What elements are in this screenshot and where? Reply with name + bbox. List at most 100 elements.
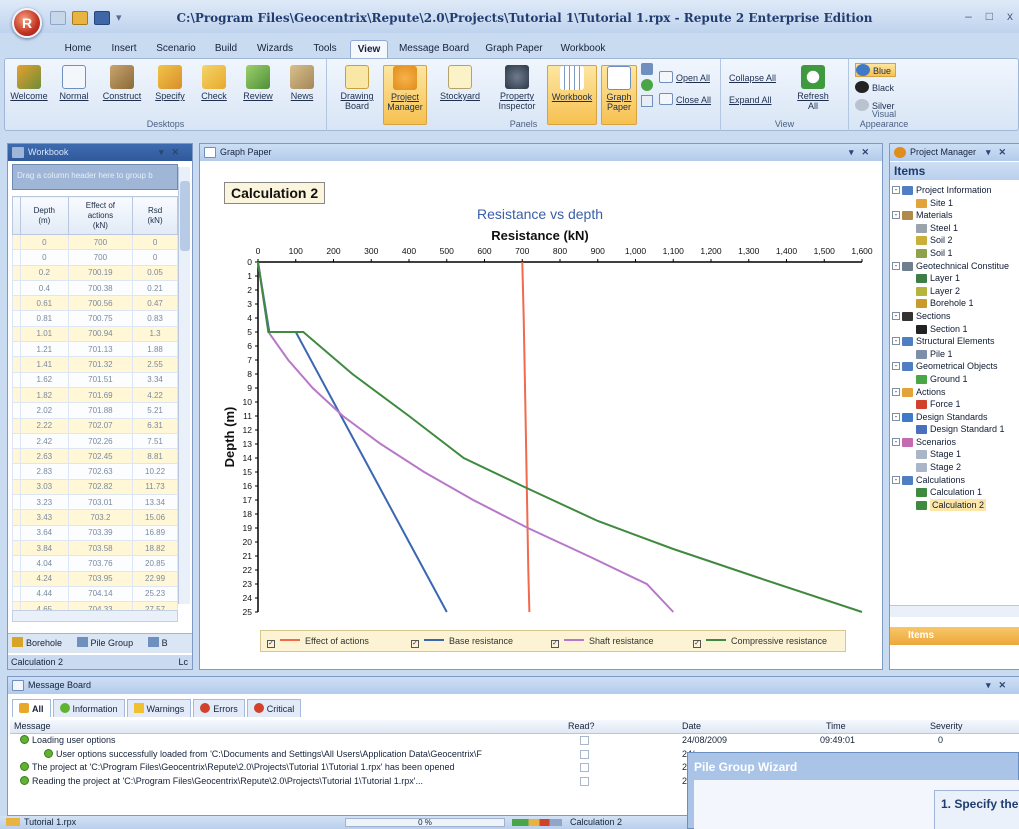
table-cell[interactable]: 3.23 bbox=[20, 494, 69, 511]
row-selector[interactable] bbox=[12, 478, 21, 496]
table-cell[interactable]: 702.63 bbox=[67, 463, 134, 480]
table-cell[interactable]: 0 bbox=[132, 249, 178, 266]
review-desktop-button[interactable]: Review bbox=[237, 65, 279, 101]
row-selector[interactable] bbox=[12, 249, 21, 266]
tab-scenario[interactable]: Scenario bbox=[150, 40, 202, 59]
appearance-black-option[interactable]: Black bbox=[855, 81, 894, 95]
table-cell[interactable]: 0.81 bbox=[20, 310, 69, 327]
table-cell[interactable]: 3.64 bbox=[20, 524, 69, 541]
items-footer[interactable]: Items bbox=[890, 627, 1019, 645]
drawing-board-button[interactable]: Drawing Board bbox=[337, 65, 377, 111]
table-cell[interactable]: 4.22 bbox=[132, 386, 178, 404]
row-selector[interactable] bbox=[12, 417, 21, 434]
table-cell[interactable]: 4.04 bbox=[20, 555, 69, 572]
tree-node[interactable]: Stage 1 bbox=[890, 448, 1019, 461]
table-cell[interactable]: 0 bbox=[20, 249, 69, 266]
row-selector[interactable] bbox=[12, 463, 21, 480]
table-cell[interactable]: 15.06 bbox=[132, 509, 178, 526]
row-selector[interactable] bbox=[12, 356, 21, 373]
table-cell[interactable]: 703.76 bbox=[67, 555, 134, 572]
tree-node[interactable]: Section 1 bbox=[890, 323, 1019, 336]
row-selector[interactable] bbox=[12, 524, 21, 541]
filter-tab-critical[interactable]: Critical bbox=[246, 699, 302, 717]
table-cell[interactable]: 0.21 bbox=[132, 279, 178, 297]
construct-desktop-button[interactable]: Construct bbox=[99, 65, 145, 101]
legend-compressive-resistance[interactable]: ✓ Compressive resistance bbox=[693, 636, 827, 648]
table-cell[interactable]: 700 bbox=[67, 233, 134, 251]
workbook-panel-controls[interactable]: ▾✕ bbox=[159, 144, 187, 161]
table-cell[interactable]: 702.45 bbox=[67, 448, 134, 465]
table-row[interactable]: 4.24 703.95 22.99 bbox=[12, 570, 178, 587]
column-header-severity[interactable]: Severity bbox=[930, 721, 963, 731]
legend-base-resistance[interactable]: ✓ Base resistance bbox=[411, 636, 513, 648]
legend-checkbox[interactable]: ✓ bbox=[551, 640, 559, 648]
table-cell[interactable]: 10.22 bbox=[132, 463, 178, 480]
legend-checkbox[interactable]: ✓ bbox=[693, 640, 701, 648]
close-button[interactable]: x bbox=[1007, 9, 1013, 23]
grid-panel-icon[interactable] bbox=[641, 95, 653, 107]
tree-node[interactable]: Calculation 2 bbox=[890, 498, 1019, 512]
tree-node[interactable]: Stage 2 bbox=[890, 461, 1019, 474]
table-cell[interactable]: 0.2 bbox=[20, 264, 69, 281]
table-cell[interactable]: 2.02 bbox=[20, 402, 69, 419]
table-cell[interactable]: 2.42 bbox=[20, 432, 69, 450]
row-selector[interactable] bbox=[12, 386, 21, 404]
appearance-blue-option[interactable]: Blue bbox=[855, 63, 897, 77]
table-cell[interactable]: 1.62 bbox=[20, 371, 69, 388]
table-row[interactable]: 3.84 703.58 18.82 bbox=[12, 539, 178, 557]
table-cell[interactable]: 1.21 bbox=[20, 341, 69, 358]
tree-expander-icon[interactable]: - bbox=[892, 337, 900, 346]
row-selector[interactable] bbox=[12, 233, 21, 251]
tree-node[interactable]: - Geometrical Objects bbox=[890, 360, 1019, 373]
tree-expander-icon[interactable]: - bbox=[892, 362, 900, 371]
table-cell[interactable]: 2.22 bbox=[20, 417, 69, 434]
minimize-button[interactable]: – bbox=[965, 9, 972, 23]
filter-tab-warnings[interactable]: Warnings bbox=[126, 699, 192, 717]
table-cell[interactable]: 2.63 bbox=[20, 448, 69, 465]
tree-node[interactable]: Steel 1 bbox=[890, 222, 1019, 235]
table-row[interactable]: 3.64 703.39 16.89 bbox=[12, 524, 178, 541]
table-cell[interactable]: 702.82 bbox=[67, 478, 134, 496]
new-file-icon[interactable] bbox=[50, 11, 66, 25]
table-cell[interactable]: 0.83 bbox=[132, 310, 178, 327]
table-cell[interactable]: 0.61 bbox=[20, 295, 69, 312]
table-cell[interactable]: 703.58 bbox=[67, 539, 134, 557]
tree-expander-icon[interactable]: - bbox=[892, 211, 900, 220]
table-cell[interactable]: 701.69 bbox=[67, 386, 134, 404]
news-desktop-button[interactable]: News bbox=[283, 65, 321, 101]
message-board-panel-controls[interactable]: ▾✕ bbox=[986, 677, 1014, 694]
table-cell[interactable]: 701.13 bbox=[67, 341, 134, 358]
table-row[interactable]: 0.4 700.38 0.21 bbox=[12, 279, 178, 297]
table-cell[interactable]: 2.55 bbox=[132, 356, 178, 373]
table-row[interactable]: 0.81 700.75 0.83 bbox=[12, 310, 178, 327]
table-cell[interactable]: 1.82 bbox=[20, 386, 69, 404]
column-header-read[interactable]: Read? bbox=[568, 721, 595, 731]
table-cell[interactable]: 3.84 bbox=[20, 539, 69, 557]
table-cell[interactable]: 700.38 bbox=[67, 279, 134, 297]
tab-pile-group[interactable]: Pile Group bbox=[76, 637, 140, 648]
column-header-message[interactable]: Message bbox=[14, 721, 51, 731]
tab-build[interactable]: Build bbox=[208, 40, 244, 59]
table-cell[interactable]: 704.14 bbox=[67, 585, 134, 603]
table-row[interactable]: 4.44 704.14 25.23 bbox=[12, 585, 178, 603]
row-selector[interactable] bbox=[12, 555, 21, 572]
table-cell[interactable]: 700.94 bbox=[67, 325, 134, 343]
tree-node[interactable]: Design Standard 1 bbox=[890, 423, 1019, 436]
tree-node[interactable]: Calculation 1 bbox=[890, 486, 1019, 499]
table-cell[interactable]: 701.88 bbox=[67, 402, 134, 419]
table-row[interactable]: 0 700 0 bbox=[12, 233, 178, 251]
filter-tab-errors[interactable]: Errors bbox=[193, 699, 245, 717]
table-row[interactable]: 2.63 702.45 8.81 bbox=[12, 448, 178, 465]
message-row[interactable]: Loading user options 24/08/2009 09:49:01 0 bbox=[10, 734, 1019, 748]
read-checkbox[interactable] bbox=[580, 736, 589, 745]
legend-effect-of-actions[interactable]: ✓ Effect of actions bbox=[267, 636, 369, 648]
collapse-all-button[interactable]: Collapse All bbox=[729, 71, 776, 85]
project-tree-scrollbar[interactable] bbox=[890, 605, 1019, 617]
tree-expander-icon[interactable]: - bbox=[892, 412, 900, 421]
table-cell[interactable]: 1.41 bbox=[20, 356, 69, 373]
tree-node[interactable]: - Sections bbox=[890, 310, 1019, 323]
tree-expander-icon[interactable]: - bbox=[892, 387, 900, 396]
table-cell[interactable]: 1.88 bbox=[132, 341, 178, 358]
tree-node[interactable]: Soil 2 bbox=[890, 234, 1019, 247]
scrollbar-thumb[interactable] bbox=[180, 181, 190, 251]
